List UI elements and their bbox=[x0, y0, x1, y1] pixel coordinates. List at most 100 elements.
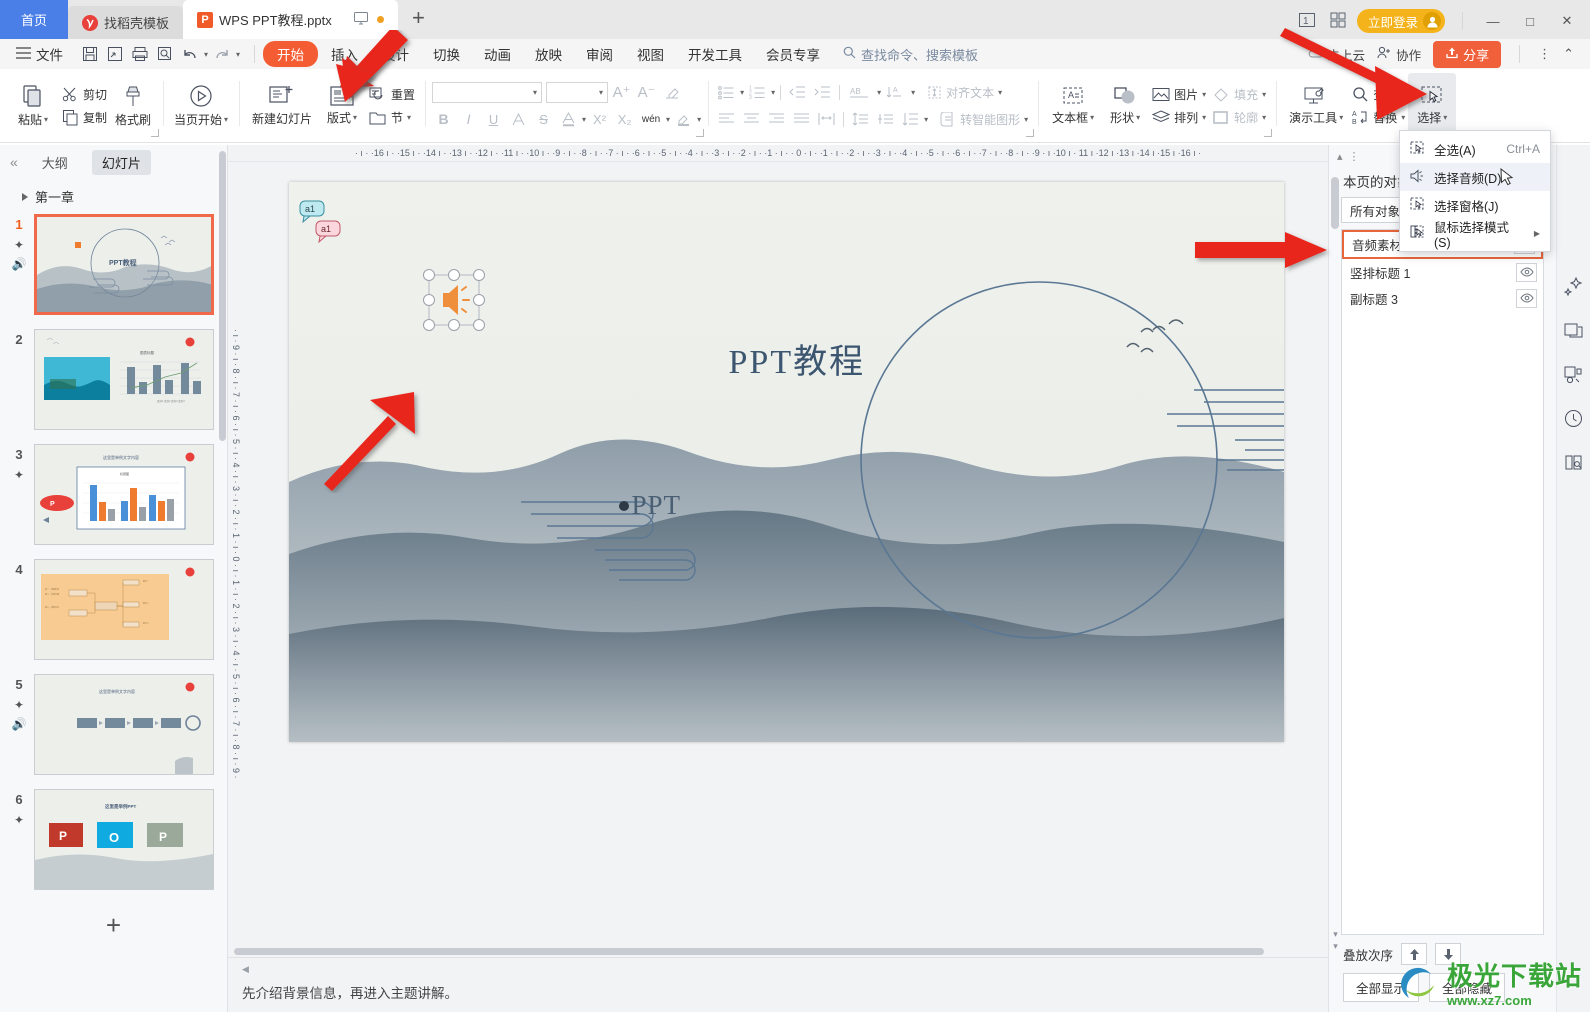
subscript-icon[interactable]: X₂ bbox=[613, 109, 636, 130]
tab-member[interactable]: 会员专享 bbox=[755, 41, 831, 67]
slide-stage[interactable]: PPT教程 PPT a1 a1 bbox=[244, 162, 1328, 946]
select-dropdown-menu[interactable]: 全选(A) Ctrl+A 选择音频(D) 选择窗格(J) 鼠标选择模式(S) ▶ bbox=[1399, 130, 1551, 252]
pane-menu-icon[interactable]: ⋮ bbox=[1349, 150, 1360, 163]
grid-view-icon[interactable] bbox=[1330, 12, 1346, 31]
collapse-ribbon-icon[interactable]: ⌃ bbox=[1563, 46, 1582, 62]
slide-thumbnail[interactable]: 第一、准备阶段 第二、实施步骤 第三、效果评估 要点一 要点二 要点三 bbox=[34, 559, 214, 660]
redo-icon[interactable] bbox=[211, 43, 233, 65]
slide-thumbnail[interactable]: 这里是单例文字内容 标题图 P bbox=[34, 444, 214, 545]
picture-button[interactable]: 图片 ▾ bbox=[1149, 85, 1209, 104]
object-list[interactable]: 音频素材 - 1967 竖排标题 1 副标题 3 bbox=[1341, 229, 1544, 935]
select-button[interactable]: 选择 ▾ bbox=[1408, 72, 1457, 139]
login-button[interactable]: 立即登录 bbox=[1356, 9, 1445, 33]
bullets-icon[interactable] bbox=[715, 82, 738, 103]
horizontal-scrollbar[interactable] bbox=[228, 946, 1328, 957]
slide-thumbnail[interactable]: 这里是单例文字内容 bbox=[34, 674, 214, 775]
slide-thumbnail[interactable]: 这里是举例PPT P O P bbox=[34, 789, 214, 890]
eye-icon[interactable] bbox=[1516, 262, 1537, 282]
line-spacing-before-icon[interactable] bbox=[849, 109, 872, 130]
line-height-dropdown-icon[interactable]: ▾ bbox=[924, 115, 928, 124]
font-name-input[interactable]: ▾ bbox=[432, 81, 543, 103]
list-item[interactable]: 3 ✦ 这里是单例文字内容 标题图 P bbox=[0, 444, 227, 545]
paragraph-dialog-launcher[interactable] bbox=[1026, 129, 1035, 137]
textbox-button[interactable]: A 文本框 ▾ bbox=[1045, 73, 1101, 139]
align-right-icon[interactable] bbox=[765, 109, 788, 130]
collapse-pane-icon[interactable]: « bbox=[10, 154, 18, 170]
section-header[interactable]: 第一章 bbox=[0, 183, 227, 214]
increase-indent-icon[interactable] bbox=[811, 82, 834, 103]
tab-document[interactable]: P WPS PPT教程.pptx bbox=[183, 0, 399, 39]
text-effect-icon[interactable] bbox=[507, 109, 530, 130]
command-search[interactable]: 查找命令、搜索模板 bbox=[843, 45, 978, 64]
new-tab-button[interactable]: + bbox=[398, 5, 439, 35]
slide-thumbnail[interactable]: PPT教程 bbox=[34, 214, 214, 315]
clipboard-dialog-launcher[interactable] bbox=[151, 129, 160, 137]
format-painter-button[interactable]: 格式刷 bbox=[110, 73, 156, 139]
menu-item-mouse-select-mode[interactable]: 鼠标选择模式(S) ▶ bbox=[1400, 219, 1550, 250]
tab-home[interactable]: 首页 bbox=[0, 0, 68, 39]
notes-text[interactable]: 先介绍背景信息，再进入主题讲解。 bbox=[242, 982, 1314, 1002]
share-button[interactable]: 分享 bbox=[1433, 40, 1502, 68]
sparkle-icon[interactable] bbox=[1563, 276, 1583, 299]
list-item[interactable]: 竖排标题 1 bbox=[1342, 259, 1543, 285]
highlight-dropdown-icon[interactable]: ▾ bbox=[697, 115, 701, 124]
presenter-view-icon[interactable] bbox=[354, 11, 369, 28]
tab-slides[interactable]: 幻灯片 bbox=[91, 149, 151, 175]
close-button[interactable]: ✕ bbox=[1554, 13, 1580, 29]
maximize-button[interactable]: □ bbox=[1517, 14, 1543, 29]
eye-icon[interactable] bbox=[1516, 288, 1537, 308]
design-ideas-icon[interactable] bbox=[1564, 365, 1583, 387]
pinyin-dropdown-icon[interactable]: ▾ bbox=[666, 115, 670, 124]
save-as-icon[interactable] bbox=[104, 43, 126, 65]
align-text-button[interactable]: 对齐文本 ▾ bbox=[924, 83, 1005, 102]
drawing-dialog-launcher[interactable] bbox=[1264, 129, 1273, 137]
tab-review[interactable]: 审阅 bbox=[575, 41, 624, 67]
animation-tag-pink[interactable]: a1 bbox=[315, 220, 345, 247]
selection-pane-scrollbar[interactable]: ▾ ▾ bbox=[1331, 167, 1340, 952]
shrink-font-icon[interactable]: A⁻ bbox=[635, 82, 658, 103]
cloud-status[interactable]: 未上云 bbox=[1308, 45, 1365, 64]
new-slide-button[interactable]: 新建幻灯片 bbox=[246, 73, 318, 139]
horizontal-ruler[interactable]: · ı · ·16 ı · ·15 ı · ·14 ı · ·13 ı · ·1… bbox=[228, 145, 1328, 162]
copy-button[interactable]: 复制 bbox=[59, 108, 110, 127]
audio-object-selection[interactable] bbox=[421, 267, 487, 333]
reset-button[interactable]: 重置 bbox=[366, 85, 418, 104]
file-menu-button[interactable]: 文件 bbox=[8, 44, 71, 64]
animation-star-icon[interactable]: ✦ bbox=[14, 699, 24, 711]
layout-button[interactable]: 版式 ▾ bbox=[318, 73, 366, 139]
undo-icon[interactable] bbox=[179, 43, 201, 65]
superscript-icon[interactable]: X² bbox=[588, 109, 611, 130]
slide-title[interactable]: PPT教程 bbox=[729, 334, 866, 383]
outline-button[interactable]: 轮廓 ▾ bbox=[1209, 108, 1269, 127]
bold-icon[interactable]: B bbox=[432, 109, 455, 130]
animation-star-icon[interactable]: ✦ bbox=[14, 469, 24, 481]
tab-design[interactable]: 设计 bbox=[371, 41, 420, 67]
single-page-view-icon[interactable]: 1 bbox=[1298, 12, 1319, 30]
add-slide-button[interactable]: + bbox=[106, 910, 121, 941]
list-item[interactable]: 副标题 3 bbox=[1342, 285, 1543, 311]
underline-icon[interactable]: U bbox=[482, 109, 505, 130]
distribute-icon[interactable] bbox=[815, 109, 838, 130]
to-smartart-button[interactable]: 转智能图形 ▾ bbox=[937, 110, 1031, 129]
tab-find-template[interactable]: 找稻壳模板 bbox=[68, 6, 184, 39]
find-button[interactable]: 查找 bbox=[1349, 85, 1408, 104]
pinyin-icon[interactable]: wén bbox=[638, 109, 664, 130]
pane-collapse-icon[interactable]: ▴ bbox=[1337, 150, 1343, 163]
font-color-dropdown-icon[interactable]: ▾ bbox=[582, 115, 586, 124]
tab-insert[interactable]: 插入 bbox=[320, 41, 369, 67]
list-item[interactable]: 1 ✦ 🔊 PPT教程 bbox=[0, 214, 227, 315]
menu-item-selection-pane[interactable]: 选择窗格(J) bbox=[1400, 191, 1550, 219]
list-item[interactable]: 4 第一、准备阶段 第二、实施步骤 第三、效果评估 要点一 要点二 要点三 bbox=[0, 559, 227, 660]
strikethrough-icon[interactable]: S bbox=[532, 109, 555, 130]
text-direction-icon[interactable]: AB bbox=[845, 82, 875, 103]
text-direction-dropdown-icon[interactable]: ▾ bbox=[877, 88, 881, 97]
arrange-button[interactable]: 排列 ▾ bbox=[1149, 108, 1209, 127]
vertical-ruler[interactable]: · ı · 9 · ı · 8 · ı · 7 · ı · 6 · ı · 5 … bbox=[228, 162, 244, 946]
lightbulb-icon[interactable] bbox=[1564, 409, 1583, 431]
char-spacing-icon[interactable]: A bbox=[883, 82, 909, 103]
slide-thumbnail[interactable]: 图表标题 类别1 类别2 类别3 类别4 bbox=[34, 329, 214, 430]
line-height-icon[interactable] bbox=[899, 109, 922, 130]
highlight-icon[interactable] bbox=[672, 109, 695, 130]
shapes-button[interactable]: 形状 ▾ bbox=[1101, 73, 1149, 139]
audio-speaker-icon[interactable]: 🔊 bbox=[12, 718, 27, 730]
